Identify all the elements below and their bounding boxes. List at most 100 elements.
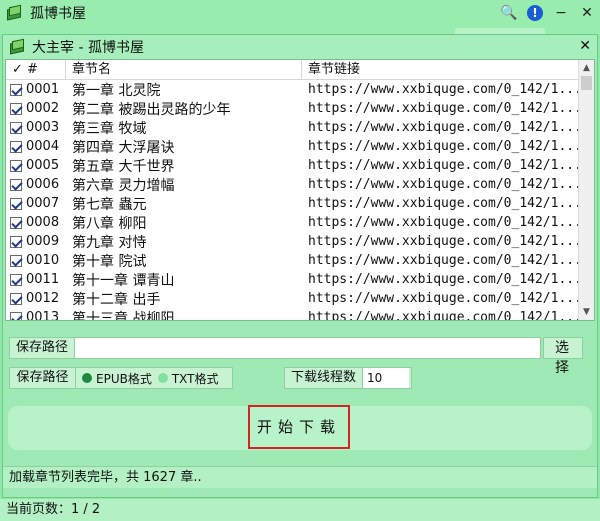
row-link: https://www.xxbiquge.com/0_142/1... — [308, 253, 580, 268]
close-app-button[interactable]: ✕ — [574, 0, 600, 26]
table-row[interactable]: 0010 第十章 院试 https://www.xxbiquge.com/0_142… — [6, 251, 594, 270]
row-checkbox[interactable] — [10, 121, 22, 134]
table-row[interactable]: 0007 第七章 蟲元 https://www.xxbiquge.com/0_142… — [6, 194, 594, 213]
start-download-button[interactable]: 开始下载 — [248, 405, 350, 449]
format-label: 保存路径 — [10, 368, 76, 388]
window-title: 大主宰 - 孤博书屋 — [32, 40, 144, 56]
table-row[interactable]: 0008 第八章 柳阳 https://www.xxbiquge.com/0_142… — [6, 213, 594, 232]
threads-input[interactable]: 10 — [363, 368, 409, 388]
app-title-bar: 孤博书屋 🔍 ! − ✕ — [0, 0, 600, 26]
row-checkbox[interactable] — [10, 178, 22, 191]
help-button[interactable]: ! — [522, 0, 548, 26]
table-row[interactable]: 0012 第十二章 出手 https://www.xxbiquge.com/0_14… — [6, 289, 594, 308]
row-num: 0001 — [26, 82, 60, 97]
row-link: https://www.xxbiquge.com/0_142/1... — [308, 139, 580, 154]
table-row[interactable]: 0002 第二章 被踢出灵路的少年 https://www.xxbiquge.com… — [6, 99, 594, 118]
header-link[interactable]: 章节链接 — [302, 60, 580, 80]
row-name: 第五章 大千世界 — [72, 158, 175, 175]
table-row[interactable]: 0003 第三章 牧域 https://www.xxbiquge.com/0_142… — [6, 118, 594, 137]
table-header: ✓ # 章节名 章节链接 — [6, 60, 594, 80]
book-icon — [6, 4, 24, 22]
row-num: 0004 — [26, 139, 60, 154]
txt-radio[interactable]: TXT格式 — [157, 370, 219, 387]
table-row[interactable]: 0001 第一章 北灵院 https://www.xxbiquge.com/0_14… — [6, 80, 594, 99]
scroll-down-icon[interactable]: ▼ — [579, 304, 594, 320]
epub-radio-label: EPUB格式 — [96, 371, 152, 386]
tab-strip — [0, 26, 600, 34]
row-num: 0002 — [26, 101, 60, 116]
row-link: https://www.xxbiquge.com/0_142/1... — [308, 272, 580, 287]
row-name: 第二章 被踢出灵路的少年 — [72, 101, 231, 118]
search-icon[interactable]: 🔍 — [496, 0, 522, 26]
row-name: 第八章 柳阳 — [72, 215, 147, 232]
row-num: 0012 — [26, 291, 60, 306]
row-name: 第三章 牧域 — [72, 120, 147, 137]
status-bar: 加载章节列表完毕，共 1627 章.. — [3, 466, 597, 488]
row-checkbox[interactable] — [10, 292, 22, 305]
check-header-icon: ✓ — [12, 61, 23, 77]
close-window-button[interactable]: ✕ — [579, 38, 591, 54]
scroll-up-icon[interactable]: ▲ — [579, 60, 594, 76]
row-checkbox[interactable] — [10, 159, 22, 172]
row-name: 第七章 蟲元 — [72, 196, 147, 213]
row-name: 第九章 对恃 — [72, 234, 147, 251]
row-num: 0007 — [26, 196, 60, 211]
row-num: 0003 — [26, 120, 60, 135]
app-title: 孤博书屋 — [30, 6, 86, 22]
table-scrollbar[interactable]: ▲ ▼ — [578, 60, 594, 320]
row-name: 第四章 大浮屠诀 — [72, 139, 175, 156]
row-link: https://www.xxbiquge.com/0_142/1... — [308, 82, 580, 97]
row-checkbox[interactable] — [10, 140, 22, 153]
scroll-thumb[interactable] — [581, 76, 592, 90]
row-num: 0009 — [26, 234, 60, 249]
row-checkbox[interactable] — [10, 254, 22, 267]
table-row[interactable]: 0011 第十一章 谭青山 https://www.xxbiquge.com/0_1… — [6, 270, 594, 289]
row-link: https://www.xxbiquge.com/0_142/1... — [308, 234, 580, 249]
row-name: 第六章 灵力增幅 — [72, 177, 175, 194]
page-indicator: 当前页数：1 / 2 — [0, 499, 600, 521]
row-checkbox[interactable] — [10, 83, 22, 96]
row-checkbox[interactable] — [10, 102, 22, 115]
row-name: 第十二章 出手 — [72, 291, 161, 308]
row-num: 0005 — [26, 158, 60, 173]
table-row[interactable]: 0009 第九章 对恃 https://www.xxbiquge.com/0_142… — [6, 232, 594, 251]
minimize-button[interactable]: − — [548, 0, 574, 26]
row-num: 0008 — [26, 215, 60, 230]
row-num: 0006 — [26, 177, 60, 192]
radio-selected-icon — [82, 373, 92, 383]
radio-unselected-icon — [157, 373, 168, 383]
epub-radio[interactable]: EPUB格式 — [82, 370, 152, 387]
row-checkbox[interactable] — [10, 197, 22, 210]
row-checkbox[interactable] — [10, 273, 22, 286]
select-path-button[interactable]: 选 择 — [543, 337, 583, 376]
row-link: https://www.xxbiquge.com/0_142/1... — [308, 196, 580, 211]
header-name[interactable]: 章节名 — [66, 60, 302, 80]
row-link: https://www.xxbiquge.com/0_142/1... — [308, 215, 580, 230]
window-title-bar: 大主宰 - 孤博书屋 ✕ — [3, 35, 597, 59]
row-checkbox[interactable] — [10, 311, 22, 320]
save-path-label: 保存路径 — [9, 337, 75, 359]
row-name: 第十三章 战柳阳 — [72, 310, 175, 321]
book-window: 大主宰 - 孤博书屋 ✕ ✓ # 章节名 章节链接 0001 第一章 北灵院 htt… — [2, 34, 598, 498]
save-path-input[interactable] — [75, 337, 541, 359]
row-link: https://www.xxbiquge.com/0_142/1... — [308, 158, 580, 173]
threads-label: 下载线程数 — [285, 368, 363, 388]
num-header: # — [27, 61, 38, 77]
header-check-num[interactable]: ✓ # — [6, 60, 66, 80]
table-row[interactable]: 0004 第四章 大浮屠诀 https://www.xxbiquge.com/0_1… — [6, 137, 594, 156]
row-num: 0010 — [26, 253, 60, 268]
row-checkbox[interactable] — [10, 235, 22, 248]
row-name: 第十一章 谭青山 — [72, 272, 175, 289]
row-name: 第一章 北灵院 — [72, 82, 161, 99]
table-row[interactable]: 0013 第十三章 战柳阳 https://www.xxbiquge.com/0_1… — [6, 308, 594, 321]
help-icon: ! — [527, 5, 543, 21]
table-row[interactable]: 0006 第六章 灵力增幅 https://www.xxbiquge.com/0_1… — [6, 175, 594, 194]
row-num: 0011 — [26, 272, 60, 287]
row-link: https://www.xxbiquge.com/0_142/1... — [308, 177, 580, 192]
row-checkbox[interactable] — [10, 216, 22, 229]
row-name: 第十章 院试 — [72, 253, 147, 270]
chapter-table: ✓ # 章节名 章节链接 0001 第一章 北灵院 https://www.xxbi… — [5, 59, 595, 321]
table-row[interactable]: 0005 第五章 大千世界 https://www.xxbiquge.com/0_1… — [6, 156, 594, 175]
threads-group: 下载线程数 10 — [284, 367, 412, 389]
title-toolbar: 🔍 ! − ✕ — [496, 0, 600, 26]
